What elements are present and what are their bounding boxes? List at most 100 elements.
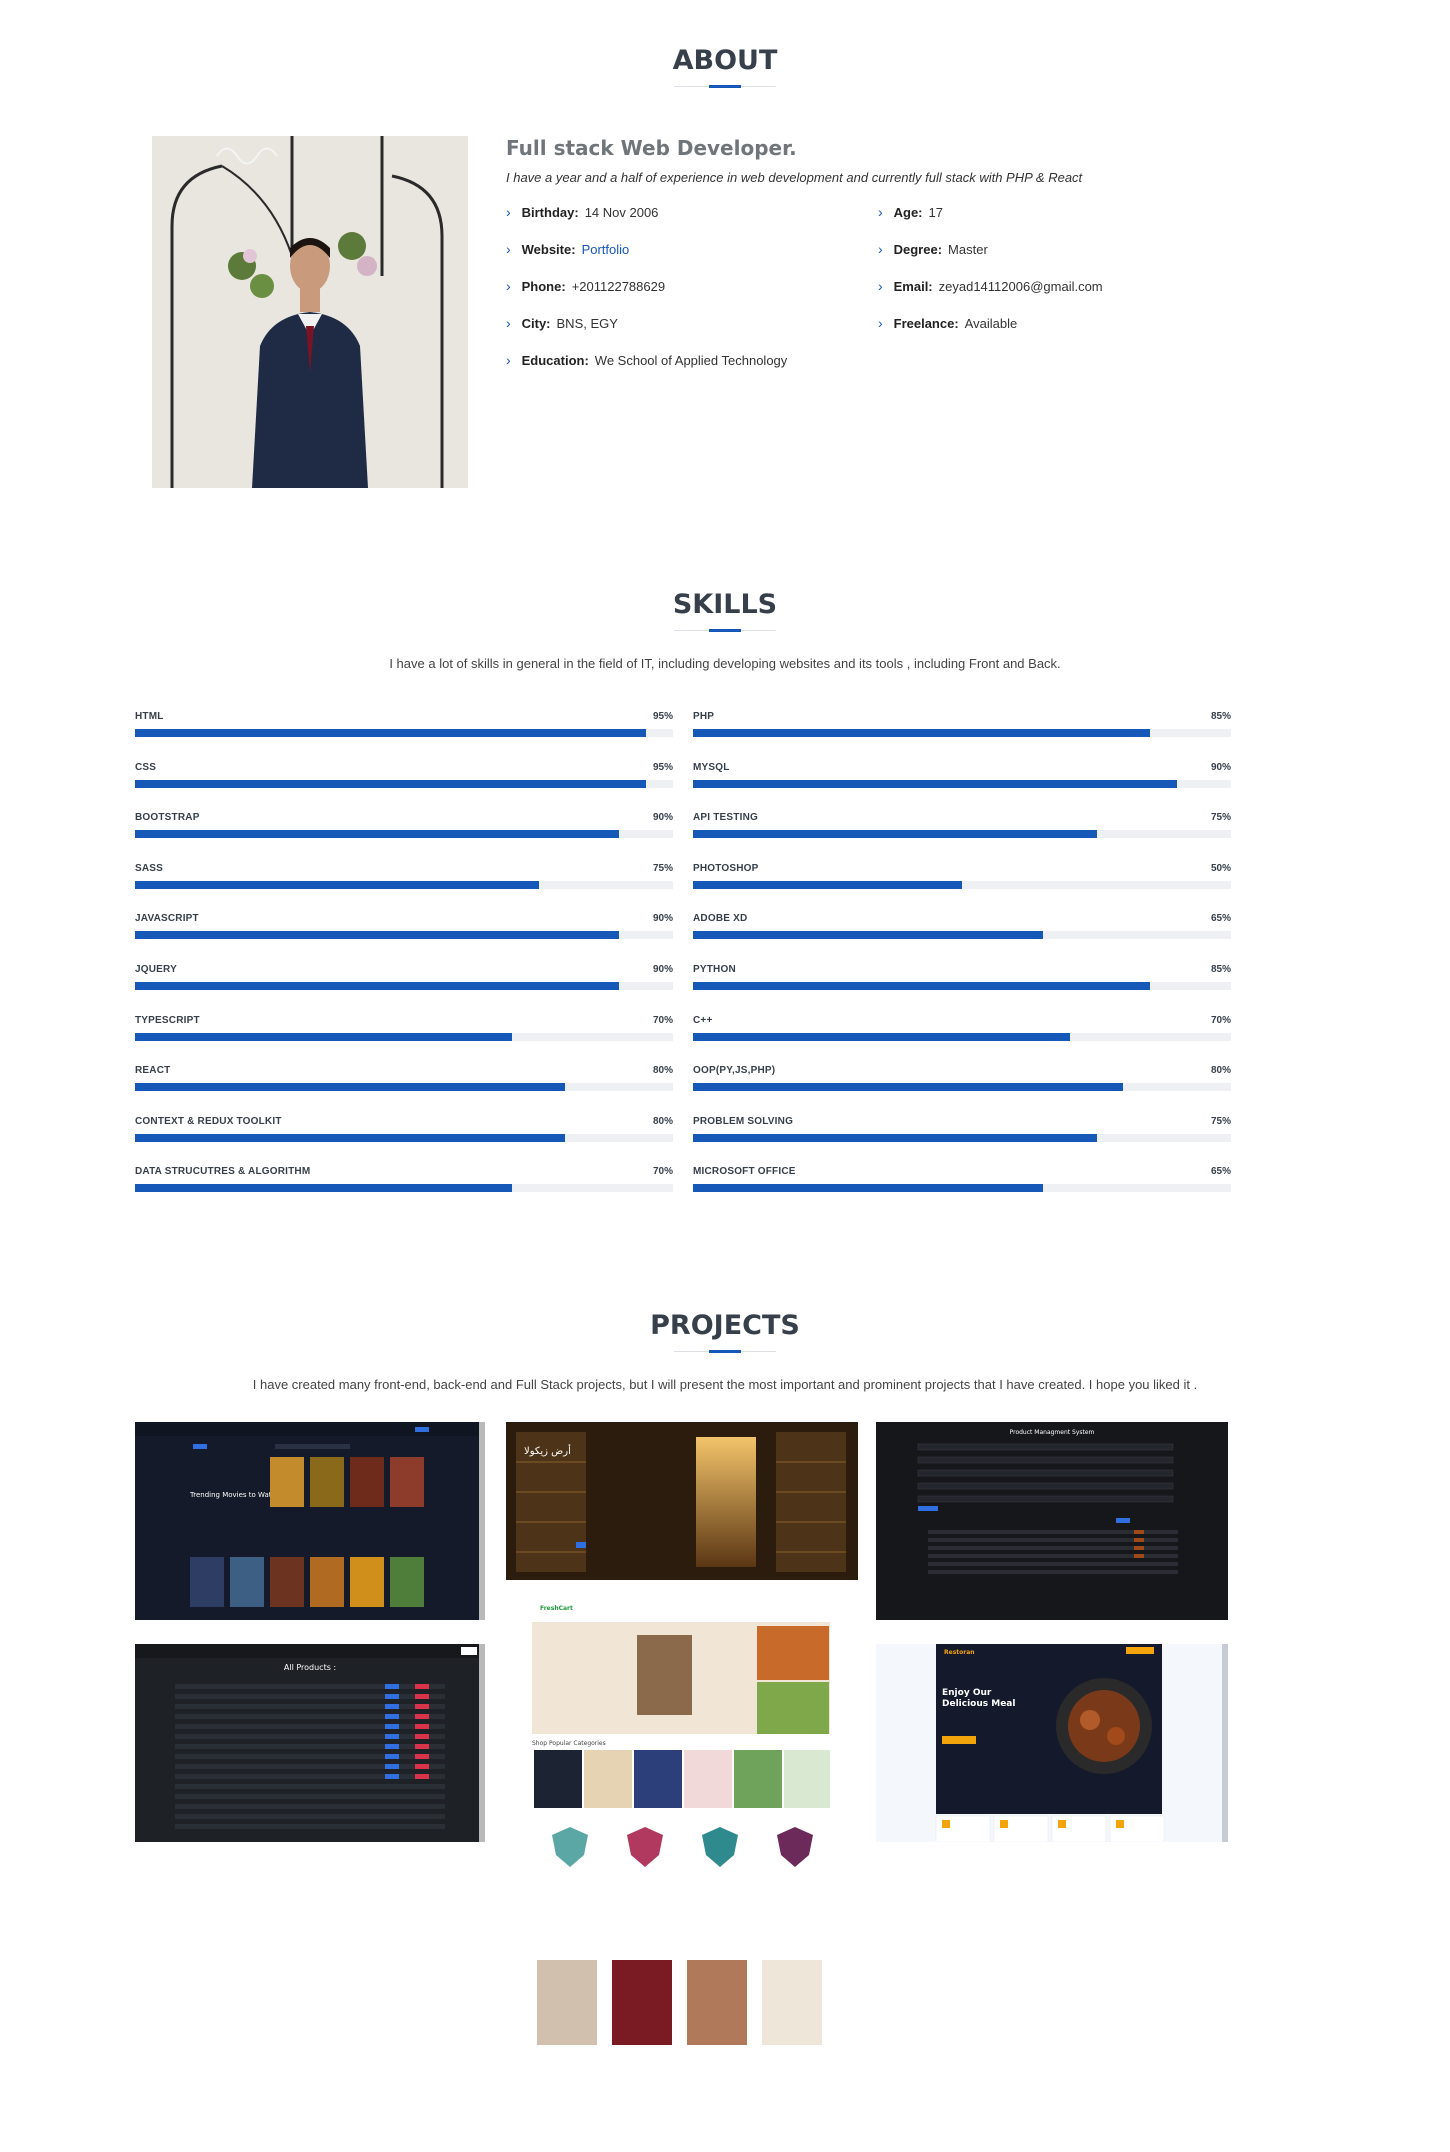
project-card-product-management[interactable]: Product Managment System: [876, 1422, 1228, 1620]
chevron-right-icon: ›: [878, 204, 883, 220]
skill-percent: 95%: [652, 711, 673, 722]
skill-progress-fill: [135, 729, 647, 737]
product-management-screenshot: Product Managment System: [917, 1429, 1178, 1574]
skill-progress-fill: [135, 982, 620, 990]
skill-percent: 70%: [652, 1166, 673, 1178]
skill-percent: 80%: [1210, 1065, 1231, 1077]
skill-percent: 75%: [1210, 1115, 1231, 1127]
skill-name: JAVASCRIPT: [135, 913, 199, 925]
skill-progress-track: [693, 830, 1231, 839]
skill-progress-fill: [693, 1184, 1043, 1193]
skill-progress-fill: [693, 779, 1178, 788]
chevron-right-icon: ›: [878, 241, 883, 257]
skill-progress-track: [135, 1032, 673, 1041]
skill-percent: 65%: [1210, 913, 1231, 925]
skill-name: HTML: [135, 711, 164, 722]
skill-name: MYSQL: [693, 761, 730, 773]
skill-name: API TESTING: [693, 812, 758, 824]
chevron-right-icon: ›: [506, 278, 511, 294]
skill-progress-fill: [135, 931, 620, 940]
profile-photo: [152, 136, 468, 488]
scrollbar[interactable]: [479, 1422, 485, 1620]
movies-screenshot: Trending Movies to Watch now: [135, 1422, 485, 1607]
skill-item: OOP(PY,JS,PHP) 80%: [693, 1065, 1231, 1101]
skill-progress-track: [693, 982, 1231, 990]
restaurant-heading: Enjoy Our Delicious Meal: [942, 1688, 1016, 1709]
skill-progress-track: [135, 729, 673, 737]
about-role: Full stack Web Developer.: [506, 136, 797, 160]
skill-progress-fill: [693, 830, 1097, 839]
skill-progress-track: [693, 1184, 1231, 1193]
skill-percent: 65%: [1210, 1166, 1231, 1178]
skill-name: PYTHON: [693, 964, 736, 975]
info-degree: › Degree: Master: [878, 241, 988, 257]
skill-progress-track: [135, 830, 673, 839]
skill-percent: 90%: [1210, 761, 1231, 773]
skill-progress-track: [135, 1184, 673, 1193]
skill-item: C++ 70%: [693, 1015, 1231, 1051]
skill-progress-track: [135, 982, 673, 990]
skill-name: PROBLEM SOLVING: [693, 1115, 794, 1127]
projects-section-title: PROJECTS: [0, 1310, 1450, 1353]
chevron-right-icon: ›: [506, 352, 511, 368]
skill-progress-fill: [135, 1184, 512, 1193]
skill-progress-fill: [135, 830, 620, 839]
info-phone: › Phone: +201122788629: [506, 278, 666, 294]
freshcart-brand: FreshCart: [540, 1605, 573, 1612]
skill-percent: 85%: [1210, 711, 1231, 722]
project-card-library[interactable]: أرض زيكولا: [506, 1422, 858, 1580]
product-management-heading: Product Managment System: [1010, 1429, 1095, 1436]
project-card-restaurant[interactable]: Restoran Enjoy Our Delicious Meal: [876, 1644, 1228, 1842]
skill-item: API TESTING 75%: [693, 812, 1231, 848]
skill-percent: 75%: [1210, 812, 1231, 824]
skill-item: DATA STRUCUTRES & ALGORITHM 70%: [135, 1166, 673, 1202]
skill-item: SASS 75%: [135, 863, 673, 899]
scrollbar[interactable]: [479, 1644, 485, 1842]
chevron-right-icon: ›: [506, 241, 511, 257]
skill-name: CSS: [135, 761, 157, 773]
about-lead: I have a year and a half of experience i…: [506, 170, 1083, 185]
skill-progress-fill: [693, 982, 1151, 990]
freshcart-screenshot: FreshCart Shop Popular Categories: [532, 1605, 830, 2045]
skill-progress-track: [135, 1083, 673, 1092]
chevron-right-icon: ›: [506, 315, 511, 331]
skill-item: MICROSOFT OFFICE 65%: [693, 1166, 1231, 1202]
chevron-right-icon: ›: [878, 315, 883, 331]
skill-name: JQUERY: [135, 964, 177, 975]
skill-percent: 90%: [652, 913, 673, 925]
skill-progress-track: [693, 1133, 1231, 1142]
skill-progress-track: [693, 729, 1231, 737]
skill-name: ADOBE XD: [693, 913, 748, 925]
info-email: › Email: zeyad14112006@gmail.com: [878, 278, 1103, 294]
skill-percent: 90%: [652, 964, 673, 975]
skill-item: TYPESCRIPT 70%: [135, 1015, 673, 1051]
skill-progress-fill: [693, 931, 1043, 940]
chevron-right-icon: ›: [878, 278, 883, 294]
skill-progress-fill: [693, 880, 962, 889]
skills-section-title: SKILLS: [0, 589, 1450, 632]
skill-progress-fill: [693, 729, 1151, 737]
website-link[interactable]: Portfolio: [582, 242, 630, 257]
skill-progress-track: [135, 1133, 673, 1142]
project-card-movies[interactable]: Trending Movies to Watch now: [135, 1422, 485, 1620]
all-products-heading: All Products :: [284, 1663, 336, 1672]
scrollbar[interactable]: [1222, 1644, 1228, 1842]
project-card-all-products[interactable]: All Products :: [135, 1644, 485, 1842]
skill-item: PHP 85%: [693, 711, 1231, 747]
skill-name: C++: [693, 1014, 713, 1026]
skill-item: MYSQL 90%: [693, 762, 1231, 798]
about-info: Full stack Web Developer. I have a year …: [506, 136, 1266, 368]
info-city: › City: BNS, EGY: [506, 315, 618, 331]
skill-percent: 70%: [1210, 1014, 1231, 1026]
skill-percent: 80%: [652, 1115, 673, 1127]
all-products-screenshot: All Products :: [135, 1644, 485, 1829]
library-heading: أرض زيكولا: [524, 1444, 571, 1457]
library-screenshot: أرض زيكولا: [506, 1422, 858, 1580]
skill-progress-track: [693, 880, 1231, 889]
skill-progress-fill: [693, 1133, 1097, 1142]
skill-progress-track: [693, 1032, 1231, 1041]
about-section-title: ABOUT: [0, 45, 1450, 88]
skill-percent: 90%: [652, 812, 673, 824]
skill-percent: 85%: [1210, 964, 1231, 975]
project-card-freshcart[interactable]: FreshCart Shop Popular Categories: [532, 1600, 832, 2110]
